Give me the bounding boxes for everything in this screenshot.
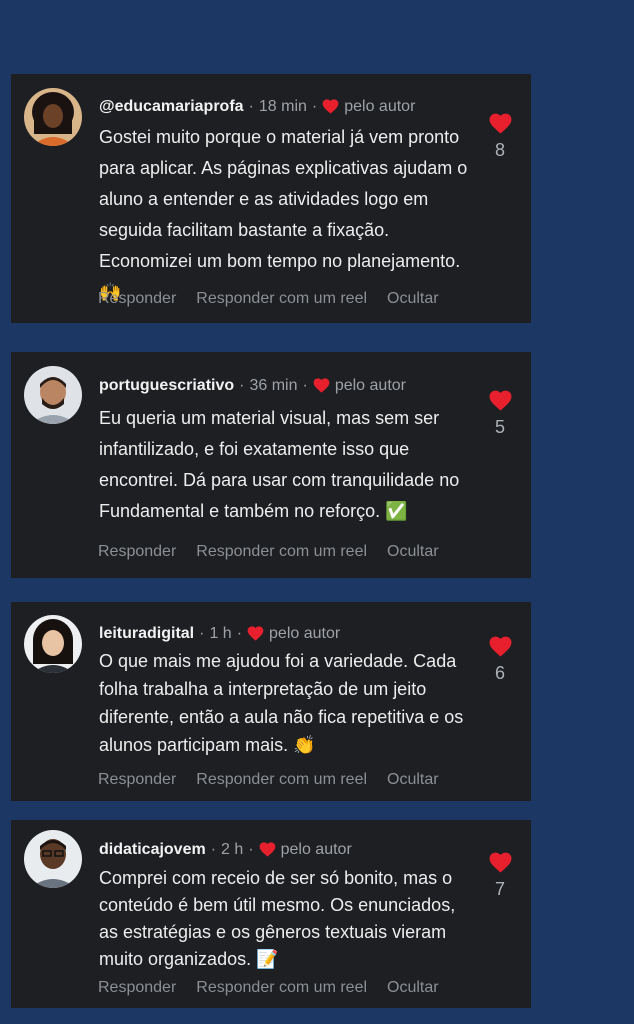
comment-meta: portuguescriativo · 36 min · pelo autor [99,376,406,396]
username[interactable]: leituradigital [99,625,194,642]
avatar[interactable] [24,615,82,673]
like-count: 6 [494,663,505,683]
avatar[interactable] [24,366,82,424]
like-heart-icon[interactable] [489,852,512,873]
hide-button[interactable]: Ocultar [387,979,439,996]
reply-button[interactable]: Responder [98,543,176,560]
like-count: 8 [494,140,505,160]
separator-dot: · [311,98,318,115]
like-heart-icon[interactable] [489,636,512,657]
author-liked-label: pelo autor [334,377,406,394]
reply-button[interactable]: Responder [98,290,176,307]
like-count: 7 [494,879,505,899]
like-count: 5 [494,417,505,437]
reply-with-reel-button[interactable]: Responder com um reel [196,543,367,560]
author-liked-label: pelo autor [344,98,416,115]
separator-dot: · [248,841,254,858]
comment-card: didaticajovem · 2 h · pelo autor Comprei com… [11,820,531,1008]
like-control: 5 [488,390,512,438]
like-heart-icon[interactable] [489,390,512,411]
comment-card: @educamariaprofa · 18 min · pelo autor Goste… [11,74,531,323]
separator-dot: · [302,377,308,394]
hide-button[interactable]: Ocultar [387,543,439,560]
comment-text: Comprei com receio de ser só bonito, mas… [99,868,456,969]
like-heart-icon[interactable] [489,113,512,134]
comment-card: portuguescriativo · 36 min · pelo autor Eu q… [11,352,531,578]
username[interactable]: didaticajovem [99,841,206,858]
comment-actions: Responder Responder com um reel Ocultar [98,979,459,997]
comment-text: Gostei muito porque o material já vem pr… [99,127,468,302]
author-heart-icon [247,626,264,641]
hide-button[interactable]: Ocultar [387,290,439,307]
author-heart-icon [259,842,275,857]
comment-text: O que mais me ajudou foi a variedade. Ca… [99,651,464,755]
timestamp: 2 h [221,841,244,858]
separator-dot: · [248,98,254,115]
like-control: 7 [488,852,512,900]
comment-meta: leituradigital · 1 h · pelo autor [99,624,340,644]
separator-dot: · [210,841,217,858]
reply-with-reel-button[interactable]: Responder com um reel [196,290,367,307]
comment-actions: Responder Responder com um reel Ocultar [98,290,459,308]
timestamp: 18 min [258,98,307,115]
author-liked-label: pelo autor [269,625,341,642]
username[interactable]: portuguescriativo [99,377,234,394]
author-liked-label: pelo autor [280,841,352,858]
separator-dot: · [236,625,243,642]
reply-button[interactable]: Responder [98,979,176,996]
like-control: 6 [488,636,512,684]
comment-actions: Responder Responder com um reel Ocultar [98,771,459,789]
timestamp: 1 h [209,625,232,642]
author-heart-icon [313,378,330,393]
comment-meta: didaticajovem · 2 h · pelo autor [99,840,352,860]
avatar[interactable] [24,830,82,888]
hide-button[interactable]: Ocultar [387,771,439,788]
like-control: 8 [488,113,512,161]
comment-text: Eu queria um material visual, mas sem se… [99,408,460,521]
reply-button[interactable]: Responder [98,771,176,788]
reply-with-reel-button[interactable]: Responder com um reel [196,771,367,788]
avatar[interactable] [24,88,82,146]
reply-with-reel-button[interactable]: Responder com um reel [196,979,367,996]
timestamp: 36 min [249,377,298,394]
comment-actions: Responder Responder com um reel Ocultar [98,543,459,561]
separator-dot: · [239,377,245,394]
comment-card: leituradigital · 1 h · pelo autor O que mais… [11,602,531,801]
separator-dot: · [199,625,205,642]
author-heart-icon [322,99,339,114]
username[interactable]: @educamariaprofa [99,98,244,115]
comment-meta: @educamariaprofa · 18 min · pelo autor [99,97,415,117]
